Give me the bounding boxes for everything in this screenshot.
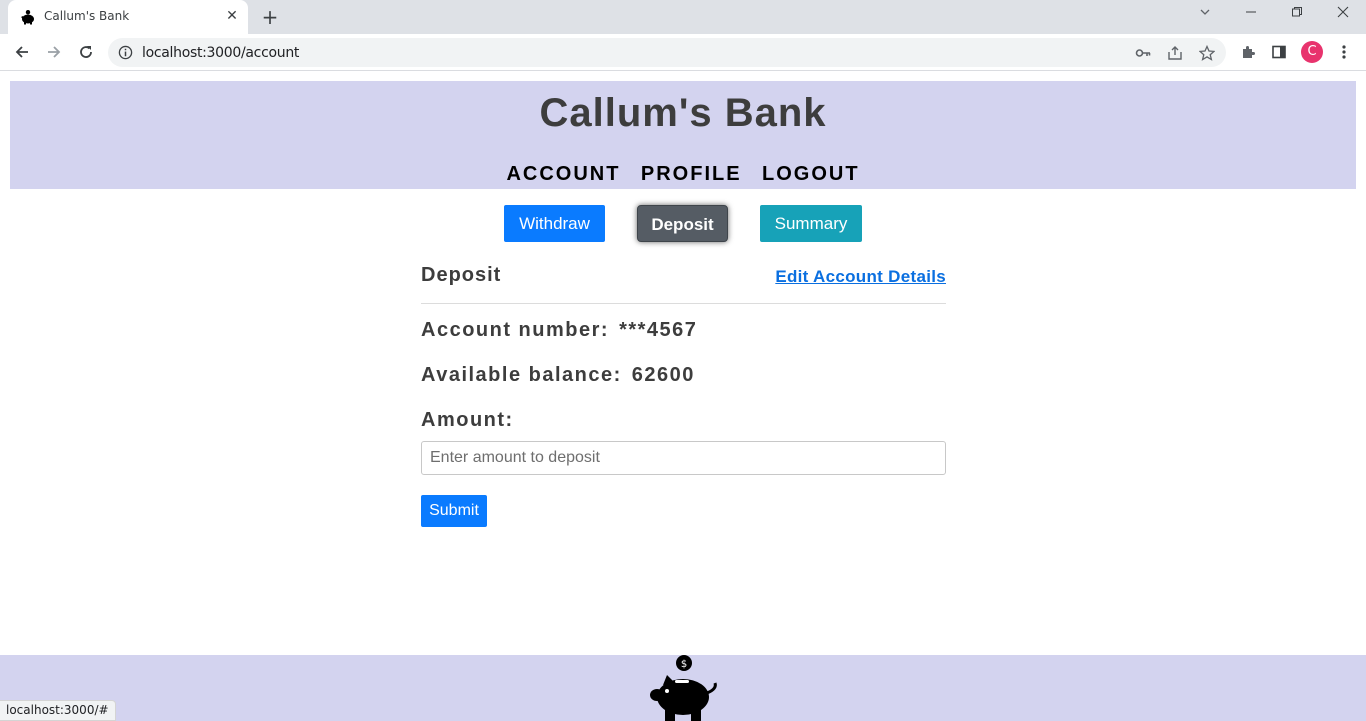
reload-icon[interactable] [74,40,98,64]
balance-label: Available balance: [421,364,622,386]
forward-icon[interactable] [42,40,66,64]
main-nav: ACCOUNT PROFILE LOGOUT [10,163,1356,186]
tab-title: Callum's Bank [44,9,130,23]
site-title: Callum's Bank [539,91,827,135]
browser-tab[interactable]: Callum's Bank ✕ [8,0,248,34]
divider [421,303,946,304]
restore-icon[interactable] [1285,5,1309,25]
tab-close-icon[interactable]: ✕ [224,8,240,24]
nav-profile[interactable]: PROFILE [641,163,742,186]
side-panel-icon[interactable] [1269,42,1289,62]
summary-button[interactable]: Summary [760,205,862,242]
profile-avatar[interactable]: C [1301,41,1323,63]
minimize-icon[interactable] [1239,5,1263,25]
bookmark-star-icon[interactable] [1198,44,1216,62]
page-viewport: Callum's Bank ACCOUNT PROFILE LOGOUT Wit… [0,72,1366,721]
amount-input[interactable] [421,441,946,475]
withdraw-button[interactable]: Withdraw [504,205,605,242]
account-number-value: ***4567 [619,319,698,341]
edit-account-details-link[interactable]: Edit Account Details [775,267,946,287]
address-bar[interactable]: localhost:3000/account [108,38,1226,67]
deposit-button[interactable]: Deposit [637,205,728,242]
panel-title: Deposit [421,264,502,286]
tab-search-icon[interactable] [1193,5,1217,25]
nav-logout[interactable]: LOGOUT [762,163,860,186]
amount-label: Amount: [421,409,514,431]
coin-symbol: $ [681,659,687,670]
close-window-icon[interactable] [1331,5,1355,25]
site-info-icon[interactable] [118,45,133,60]
key-icon[interactable] [1134,44,1152,62]
piggy-bank-icon: $ [650,655,717,721]
submit-button[interactable]: Submit [421,495,487,527]
share-icon[interactable] [1166,44,1184,62]
balance-value: 62600 [631,364,695,386]
balance-row: Available balance: 62600 [421,364,695,387]
browser-toolbar: localhost:3000/account C [0,34,1366,71]
account-number-row: Account number: ***4567 [421,319,697,342]
nav-account[interactable]: ACCOUNT [506,163,620,186]
back-icon[interactable] [10,40,34,64]
account-number-label: Account number: [421,319,610,341]
new-tab-button[interactable]: + [258,5,282,29]
extensions-icon[interactable] [1238,42,1258,62]
browser-tabstrip: Callum's Bank ✕ + [0,0,1366,34]
site-footer: $ [0,655,1366,721]
url-text[interactable]: localhost:3000/account [142,45,299,61]
menu-kebab-icon[interactable] [1334,42,1354,62]
piggy-bank-favicon-icon [21,10,34,25]
site-header: Callum's Bank ACCOUNT PROFILE LOGOUT [10,81,1356,189]
status-bar-url: localhost:3000/# [0,700,116,721]
